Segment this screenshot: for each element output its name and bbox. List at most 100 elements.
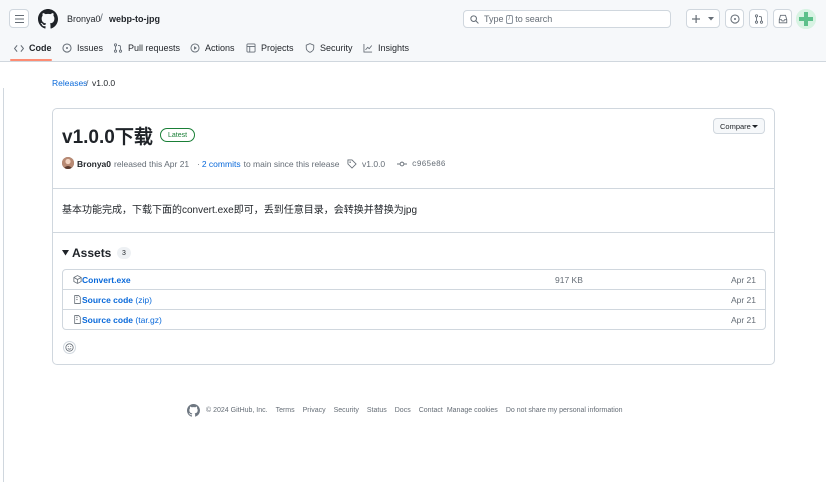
release-description: 基本功能完成，下载下面的convert.exe即可，丢到任意目录，会转换并替换为… (62, 205, 418, 216)
active-tab-indicator (10, 59, 52, 61)
package-icon (73, 275, 82, 284)
file-zip-icon (74, 295, 81, 304)
release-card: v1.0.0下载 Latest Compare Bronya0 released… (52, 108, 775, 365)
create-new-button[interactable] (686, 9, 720, 28)
plus-icon (692, 14, 700, 23)
author-avatar[interactable] (62, 157, 74, 169)
footer-copyright: © 2024 GitHub, Inc. (206, 407, 268, 414)
tab-actions[interactable]: Actions (190, 41, 235, 55)
github-logo-icon[interactable] (187, 404, 200, 417)
tab-actions-label: Actions (205, 43, 235, 53)
assets-toggle[interactable]: Assets (62, 246, 111, 260)
shield-icon (305, 43, 315, 53)
asset-name-link[interactable]: Convert.exe (82, 275, 131, 285)
git-commit-icon (397, 161, 407, 167)
asset-size: 917 KB (555, 275, 583, 285)
assets-list: Convert.exe 917 KB Apr 21 Source code (z… (62, 269, 766, 330)
issue-opened-icon (62, 43, 72, 53)
asset-sub: (zip) (135, 294, 152, 305)
footer-link-docs[interactable]: Docs (395, 407, 411, 414)
asset-date: Apr 21 (730, 314, 756, 325)
tab-pull-requests[interactable]: Pull requests (113, 41, 180, 55)
inbox-icon (778, 14, 787, 23)
user-avatar[interactable] (796, 9, 816, 29)
tag-label: v1.0.0 (362, 159, 386, 169)
avatar-image-icon (62, 157, 74, 169)
footer-link-terms[interactable]: Terms (276, 407, 295, 414)
section-divider (53, 188, 774, 189)
graph-icon (363, 43, 373, 53)
asset-row[interactable]: Convert.exe 917 KB Apr 21 (63, 270, 765, 290)
triangle-down-icon (62, 250, 69, 256)
tab-code-label: Code (29, 43, 52, 53)
asset-name: Convert.exe (82, 275, 131, 285)
asset-date: Apr 21 (730, 294, 756, 305)
compare-label: Compare (720, 121, 751, 131)
footer-link-status[interactable]: Status (367, 407, 387, 414)
tab-insights[interactable]: Insights (363, 41, 409, 55)
commits-link[interactable]: 2 commits (202, 159, 241, 169)
footer-link-security[interactable]: Security (334, 407, 359, 414)
asset-row[interactable]: Source code (tar.gz) Apr 21 (63, 309, 765, 329)
search-shortcut-key: / (505, 14, 514, 24)
add-reaction-button[interactable] (63, 341, 76, 354)
footer-link-contact[interactable]: Contact (419, 407, 443, 414)
tag-link[interactable]: v1.0.0 (347, 159, 385, 169)
tab-pull-requests-label: Pull requests (128, 43, 181, 53)
asset-name: Source code (82, 294, 134, 305)
commit-sha: c965e86 (412, 159, 446, 169)
compare-button[interactable]: Compare (713, 118, 765, 134)
play-icon (190, 43, 200, 53)
tab-security[interactable]: Security (305, 41, 353, 55)
asset-sub: (tar.gz) (135, 314, 162, 325)
search-icon (470, 14, 479, 24)
github-logo-icon[interactable] (38, 9, 58, 29)
tab-code[interactable]: Code (14, 41, 52, 55)
tag-icon (347, 159, 357, 169)
tab-projects[interactable]: Projects (246, 41, 294, 55)
pull-requests-button[interactable] (749, 9, 768, 28)
author-link[interactable]: Bronya0 (77, 159, 111, 169)
identicon-icon (796, 9, 816, 29)
commit-link[interactable]: c965e86 (397, 159, 446, 169)
smiley-icon (65, 343, 74, 352)
issues-button[interactable] (725, 9, 744, 28)
breadcrumb-current: v1.0.0 (92, 78, 116, 88)
footer-link-manage-cookies[interactable]: Manage cookies (447, 407, 498, 414)
repo-owner-link[interactable]: Bronya0 (67, 14, 101, 24)
breadcrumb-separator: / (86, 78, 89, 88)
footer-link-do-not-share[interactable]: Do not share my personal information (506, 407, 623, 414)
tab-insights-label: Insights (378, 43, 410, 53)
search-prefix: Type (484, 14, 504, 24)
breadcrumb-releases-link[interactable]: Releases (52, 78, 87, 88)
repo-name-link[interactable]: webp-to-jpg (109, 14, 160, 24)
path-separator: / (100, 13, 103, 24)
menu-button[interactable] (9, 9, 29, 28)
commits-suffix: to main since this release (243, 159, 340, 169)
asset-date: Apr 21 (730, 275, 756, 285)
inbox-button[interactable] (773, 9, 792, 28)
latest-badge: Latest (160, 128, 196, 142)
tab-issues-label: Issues (77, 43, 104, 53)
released-text: released this Apr 21 (114, 159, 190, 169)
footer-link-privacy[interactable]: Privacy (303, 407, 326, 414)
asset-name-link[interactable]: Source code (zip) (82, 295, 152, 305)
tab-issues[interactable]: Issues (62, 41, 103, 55)
commits-prefix: · (197, 159, 200, 169)
code-icon (14, 44, 24, 52)
search-input[interactable]: Type / to search (463, 10, 671, 28)
search-suffix: to search (515, 14, 553, 24)
hamburger-icon (14, 14, 24, 23)
left-sidebar-edge (0, 88, 4, 482)
asset-row[interactable]: Source code (zip) Apr 21 (63, 289, 765, 309)
git-pull-request-icon (113, 43, 123, 53)
page-footer: © 2024 GitHub, Inc. Terms Privacy Securi… (187, 404, 623, 417)
table-icon (246, 43, 256, 53)
tab-projects-label: Projects (261, 43, 294, 53)
commits-meta: · 2 commits to main since this release (197, 159, 340, 169)
release-meta: Bronya0 released this Apr 21 (77, 159, 189, 169)
file-zip-icon (74, 315, 81, 324)
asset-name: Source code (82, 314, 134, 325)
release-title[interactable]: v1.0.0下载 (62, 122, 153, 149)
asset-name-link[interactable]: Source code (tar.gz) (82, 315, 162, 325)
